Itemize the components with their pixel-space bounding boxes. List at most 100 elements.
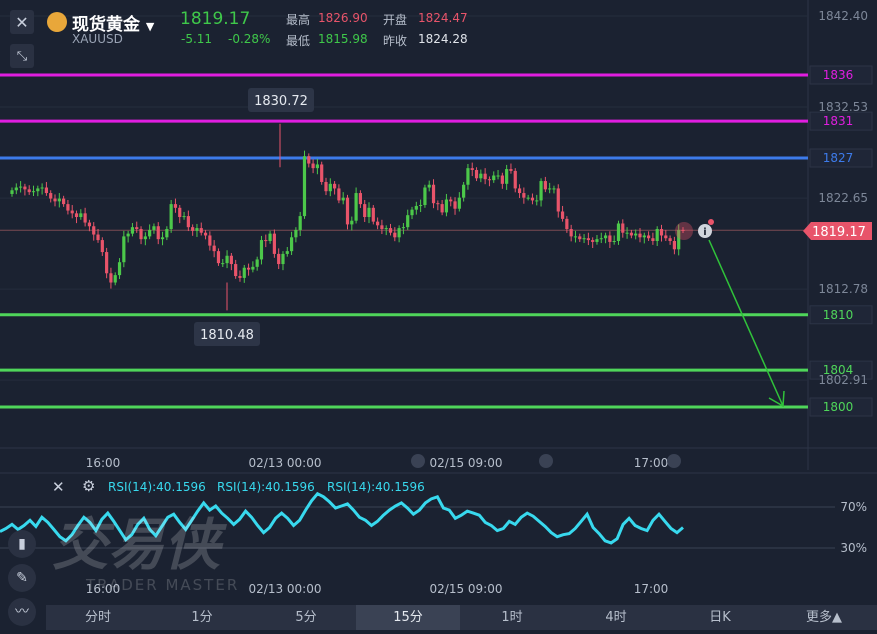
candle-body [569, 229, 573, 237]
candle-body [255, 259, 259, 267]
candle-body [96, 234, 100, 241]
candle-body [246, 267, 251, 270]
candle-body [277, 253, 281, 265]
candle-body [27, 189, 31, 193]
candle-body [117, 262, 122, 276]
dropdown-caret-icon[interactable]: ▼ [146, 20, 154, 33]
candle-body [191, 227, 195, 231]
candle-body [591, 240, 595, 242]
candle-body [298, 216, 302, 230]
tab-5min[interactable]: 5分 [254, 605, 358, 630]
last-candle-glow [675, 222, 693, 240]
prev-close-value: 1824.28 [418, 32, 468, 46]
candle-body [216, 251, 221, 264]
candle-body [492, 175, 496, 181]
candle-body [410, 209, 414, 216]
gold-coin-icon [47, 12, 67, 32]
level-label: 1800 [823, 400, 854, 414]
tab-time-share[interactable]: 分时 [46, 605, 150, 630]
candle-body [74, 213, 79, 218]
candle-body [169, 204, 173, 230]
candle-body [57, 198, 61, 202]
rsi-label-1: RSI(14):40.1596 [108, 480, 206, 494]
time-tick-label: 17:00 [634, 456, 669, 470]
candle-body [629, 232, 633, 236]
candle-body [259, 240, 264, 260]
candle-body [337, 188, 341, 201]
candle-body [324, 181, 328, 192]
candle-body [49, 193, 53, 199]
candle-body [36, 188, 40, 192]
candle-body [642, 235, 646, 238]
candle-body [83, 213, 87, 223]
draw-tool-button[interactable]: ✎ [8, 564, 36, 592]
tab-4hour[interactable]: 4时 [564, 605, 668, 630]
max-annotation: 1830.72 [254, 94, 308, 109]
candle-body [578, 236, 582, 240]
close-indicator-icon[interactable]: ✕ [52, 478, 65, 496]
tab-more[interactable]: 更多▲ [772, 605, 876, 630]
candle-body [479, 173, 483, 179]
candle-body [139, 229, 143, 240]
candle-body [638, 233, 642, 238]
collapse-button[interactable]: ⤡ [10, 44, 34, 68]
quote-header: ✕ ⤡ 现货黄金 ▼ XAUUSD 1819.17 -5.11 -0.28% 最… [0, 0, 877, 68]
time-tick-label: 02/15 09:00 [430, 456, 503, 470]
candle-body [70, 210, 74, 214]
candle-body [548, 188, 552, 190]
level-label: 1831 [823, 114, 854, 128]
candle-body [328, 183, 332, 192]
price-tick-label: 1832.53 [818, 100, 868, 114]
candle-body [444, 199, 449, 213]
candle-body [221, 263, 225, 265]
rsi-time-tick-label: 02/15 09:00 [430, 582, 503, 596]
rsi-label-2: RSI(14):40.1596 [217, 480, 315, 494]
candle-body [44, 187, 49, 194]
candle-body [646, 235, 651, 239]
candle-body [10, 190, 14, 194]
candle-body [186, 216, 190, 228]
candle-body [522, 193, 526, 198]
last-price: 1819.17 [180, 9, 251, 29]
candle-body [517, 188, 522, 194]
candle-body [474, 169, 479, 179]
candle-body [543, 181, 547, 190]
candle-body [539, 181, 543, 201]
candle-body [457, 197, 461, 209]
tab-daily[interactable]: 日K [668, 605, 772, 630]
level-label: 1810 [823, 308, 854, 322]
candle-body [208, 235, 212, 246]
candle-body [423, 187, 427, 206]
candle-body [320, 164, 324, 182]
candle-body [14, 187, 18, 191]
level-label: 1836 [823, 68, 854, 82]
candle-body [414, 205, 418, 210]
indicator-tool-button[interactable]: 〰 [8, 598, 36, 626]
tab-1min[interactable]: 1分 [150, 605, 254, 630]
candle-body [238, 276, 242, 278]
candle-body [354, 193, 358, 221]
watermark: 交易侠 TRADER MASTER [52, 500, 312, 600]
candle-body [307, 156, 311, 164]
high-value: 1826.90 [318, 11, 368, 25]
candle-type-button[interactable]: ▮ [8, 530, 36, 558]
candle-body [376, 221, 380, 226]
candle-body [79, 213, 83, 218]
price-tick-label: 1822.65 [818, 191, 868, 205]
tab-1hour[interactable]: 1时 [460, 605, 564, 630]
candle-body [427, 184, 431, 188]
candle-body [62, 198, 66, 205]
candle-body [552, 188, 556, 190]
candle-body [505, 169, 509, 184]
watermark-cn: 交易侠 [52, 513, 220, 578]
candle-body [406, 215, 410, 228]
close-button[interactable]: ✕ [10, 10, 34, 34]
candle-body [113, 275, 117, 283]
settings-icon[interactable]: ⚙ [82, 477, 95, 495]
tab-15min[interactable]: 15分 [356, 605, 460, 630]
candle-body [363, 204, 367, 218]
scroll-marker-icon [667, 454, 681, 468]
rsi-time-tick-label: 17:00 [634, 582, 669, 596]
candle-body [212, 245, 216, 252]
candle-body [612, 241, 616, 242]
